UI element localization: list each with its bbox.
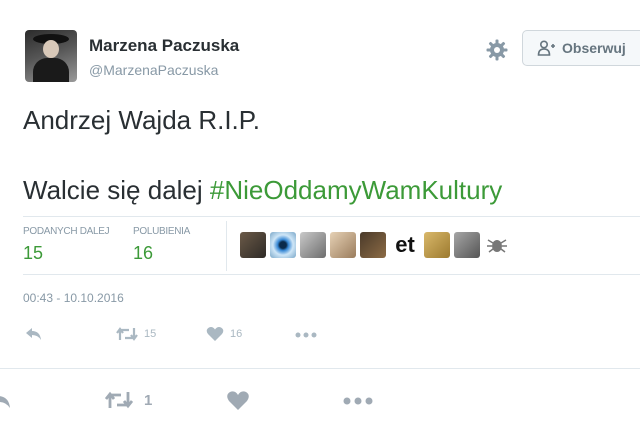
more-dots-icon (295, 332, 317, 338)
like-count: 16 (230, 328, 243, 340)
more-button-2[interactable] (343, 397, 373, 405)
reply-button-2[interactable] (0, 391, 12, 409)
more-dots-icon (343, 397, 373, 405)
follow-button[interactable]: Obserwuj (522, 30, 640, 66)
liker-avatar[interactable] (240, 232, 266, 258)
liker-avatar[interactable] (424, 232, 450, 258)
user-display-name[interactable]: Marzena Paczuska (89, 36, 239, 56)
retweet-icon (104, 391, 134, 409)
reply-icon (26, 328, 41, 340)
liker-avatar-et[interactable]: et (390, 232, 420, 258)
avatar-body (33, 58, 69, 82)
like-button[interactable]: 16 (206, 326, 242, 342)
divider-top (23, 216, 640, 217)
retweets-stat[interactable]: PODANYCH DALEJ 15 (23, 226, 110, 264)
follow-label: Obserwuj (562, 40, 626, 56)
reply-button[interactable] (25, 327, 43, 341)
likes-label: POLUBIENIA (133, 226, 191, 237)
likes-count: 16 (133, 243, 154, 263)
divider-section (0, 368, 640, 369)
liker-avatar[interactable] (300, 232, 326, 258)
tweet-text-line2: Walcie się dalej #NieOddamyWamKultury (23, 175, 502, 206)
tweet-text-line1: Andrzej Wajda R.I.P. (23, 105, 260, 135)
liker-avatar[interactable] (360, 232, 386, 258)
retweet-count-2: 1 (144, 391, 153, 409)
likes-stat[interactable]: POLUBIENIA 16 (133, 226, 190, 264)
gear-icon[interactable] (485, 38, 509, 62)
retweet-button-2[interactable]: 1 (104, 390, 152, 410)
liker-avatar[interactable] (270, 232, 296, 258)
tweet-text-plain: Walcie się dalej (23, 175, 210, 205)
avatar[interactable] (25, 30, 77, 82)
divider-bottom (23, 274, 640, 275)
bug-icon (487, 239, 507, 253)
retweets-label: PODANYCH DALEJ (23, 226, 110, 237)
user-handle[interactable]: @MarzenaPaczuska (89, 62, 218, 78)
hashtag-link[interactable]: #NieOddamyWamKultury (210, 175, 502, 205)
retweet-count: 15 (144, 328, 157, 340)
retweet-button[interactable]: 15 (116, 326, 156, 342)
tweet-timestamp[interactable]: 00:43 - 10.10.2016 (23, 291, 124, 305)
heart-icon (227, 391, 249, 410)
more-button[interactable] (295, 332, 317, 338)
liker-avatar[interactable] (454, 232, 480, 258)
likers-avatars: et (240, 232, 510, 258)
add-user-icon (537, 40, 555, 56)
reply-icon (0, 396, 10, 408)
retweet-icon (116, 327, 138, 341)
avatar-face (43, 40, 59, 58)
like-button-2[interactable] (226, 390, 250, 411)
retweets-count: 15 (23, 243, 44, 263)
liker-avatar[interactable] (484, 232, 510, 258)
heart-icon (206, 327, 224, 341)
liker-avatar[interactable] (330, 232, 356, 258)
stats-separator (226, 221, 227, 271)
